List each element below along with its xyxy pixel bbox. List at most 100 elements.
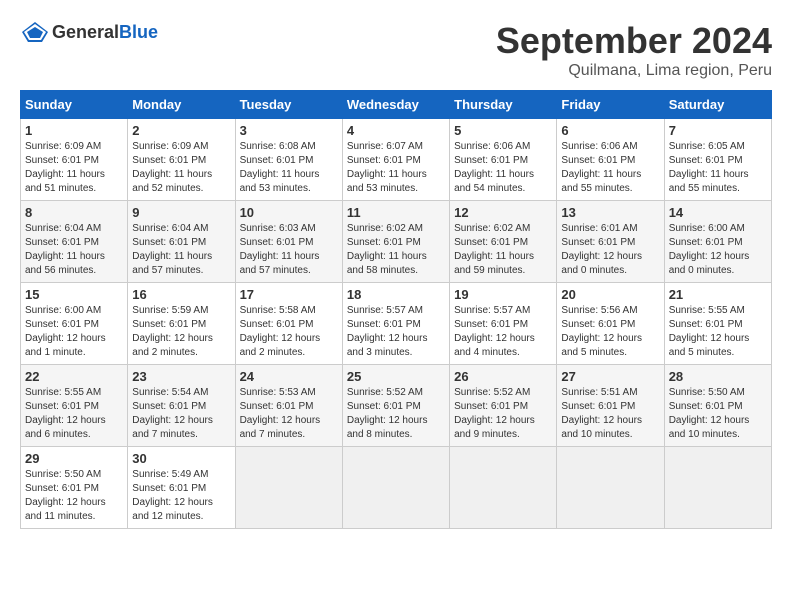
logo: GeneralBlue (20, 20, 158, 44)
day-number: 7 (669, 123, 767, 138)
day-number: 29 (25, 451, 123, 466)
table-cell: 14Sunrise: 6:00 AMSunset: 6:01 PMDayligh… (664, 201, 771, 283)
calendar-table: Sunday Monday Tuesday Wednesday Thursday… (20, 90, 772, 529)
day-number: 19 (454, 287, 552, 302)
calendar-row: 8 Sunrise: 6:04 AMSunset: 6:01 PMDaylight… (21, 201, 772, 283)
table-cell: 9Sunrise: 6:04 AMSunset: 6:01 PMDaylight… (128, 201, 235, 283)
day-info: Sunrise: 6:09 AMSunset: 6:01 PMDaylight:… (25, 140, 123, 196)
day-info: Sunrise: 5:57 AMSunset: 6:01 PMDaylight:… (347, 304, 445, 360)
table-cell: 25Sunrise: 5:52 AMSunset: 6:01 PMDayligh… (342, 365, 449, 447)
day-info: Sunrise: 5:53 AMSunset: 6:01 PMDaylight:… (240, 386, 338, 442)
day-info: Sunrise: 5:56 AMSunset: 6:01 PMDaylight:… (561, 304, 659, 360)
day-info: Sunrise: 5:49 AMSunset: 6:01 PMDaylight:… (132, 468, 230, 524)
day-number: 9 (132, 205, 230, 220)
day-info: Sunrise: 6:02 AMSunset: 6:01 PMDaylight:… (454, 222, 552, 278)
day-info: Sunrise: 6:02 AMSunset: 6:01 PMDaylight:… (347, 222, 445, 278)
table-cell: 7 Sunrise: 6:05 AMSunset: 6:01 PMDaylight… (664, 119, 771, 201)
col-friday: Friday (557, 91, 664, 119)
day-number: 11 (347, 205, 445, 220)
day-number: 28 (669, 369, 767, 384)
subtitle: Quilmana, Lima region, Peru (496, 62, 772, 80)
day-info: Sunrise: 6:09 AMSunset: 6:01 PMDaylight:… (132, 140, 230, 196)
day-info: Sunrise: 5:58 AMSunset: 6:01 PMDaylight:… (240, 304, 338, 360)
day-info: Sunrise: 6:07 AMSunset: 6:01 PMDaylight:… (347, 140, 445, 196)
table-cell: 12 Sunrise: 6:02 AMSunset: 6:01 PMDayligh… (450, 201, 557, 283)
table-cell: 27Sunrise: 5:51 AMSunset: 6:01 PMDayligh… (557, 365, 664, 447)
day-number: 21 (669, 287, 767, 302)
page-header: GeneralBlue September 2024 Quilmana, Lim… (20, 20, 772, 80)
table-cell: 1 Sunrise: 6:09 AMSunset: 6:01 PMDaylight… (21, 119, 128, 201)
calendar-body: 1 Sunrise: 6:09 AMSunset: 6:01 PMDaylight… (21, 119, 772, 529)
table-cell: 20 Sunrise: 5:56 AMSunset: 6:01 PMDayligh… (557, 283, 664, 365)
title-area: September 2024 Quilmana, Lima region, Pe… (496, 20, 772, 80)
table-cell: 11 Sunrise: 6:02 AMSunset: 6:01 PMDayligh… (342, 201, 449, 283)
day-info: Sunrise: 5:55 AMSunset: 6:01 PMDaylight:… (25, 386, 123, 442)
day-info: Sunrise: 6:00 AMSunset: 6:01 PMDaylight:… (25, 304, 123, 360)
col-monday: Monday (128, 91, 235, 119)
day-number: 6 (561, 123, 659, 138)
logo-text-blue: Blue (119, 22, 158, 42)
col-sunday: Sunday (21, 91, 128, 119)
day-number: 13 (561, 205, 659, 220)
day-info: Sunrise: 6:05 AMSunset: 6:01 PMDaylight:… (669, 140, 767, 196)
col-tuesday: Tuesday (235, 91, 342, 119)
col-wednesday: Wednesday (342, 91, 449, 119)
table-cell: 6 Sunrise: 6:06 AMSunset: 6:01 PMDaylight… (557, 119, 664, 201)
day-number: 22 (25, 369, 123, 384)
table-cell: 3 Sunrise: 6:08 AMSunset: 6:01 PMDaylight… (235, 119, 342, 201)
day-number: 2 (132, 123, 230, 138)
day-info: Sunrise: 6:08 AMSunset: 6:01 PMDaylight:… (240, 140, 338, 196)
calendar-row: 15 Sunrise: 6:00 AMSunset: 6:01 PMDayligh… (21, 283, 772, 365)
day-number: 26 (454, 369, 552, 384)
calendar-row: 22 Sunrise: 5:55 AMSunset: 6:01 PMDayligh… (21, 365, 772, 447)
table-cell (664, 447, 771, 529)
table-cell: 4 Sunrise: 6:07 AMSunset: 6:01 PMDaylight… (342, 119, 449, 201)
day-info: Sunrise: 6:01 AMSunset: 6:01 PMDaylight:… (561, 222, 659, 278)
day-number: 27 (561, 369, 659, 384)
day-number: 1 (25, 123, 123, 138)
table-cell: 28 Sunrise: 5:50 AMSunset: 6:01 PMDayligh… (664, 365, 771, 447)
day-number: 4 (347, 123, 445, 138)
day-info: Sunrise: 5:55 AMSunset: 6:01 PMDaylight:… (669, 304, 767, 360)
day-info: Sunrise: 6:06 AMSunset: 6:01 PMDaylight:… (561, 140, 659, 196)
day-info: Sunrise: 6:03 AMSunset: 6:01 PMDaylight:… (240, 222, 338, 278)
day-number: 8 (25, 205, 123, 220)
table-cell: 30 Sunrise: 5:49 AMSunset: 6:01 PMDayligh… (128, 447, 235, 529)
table-cell (235, 447, 342, 529)
table-cell: 29Sunrise: 5:50 AMSunset: 6:01 PMDayligh… (21, 447, 128, 529)
day-number: 5 (454, 123, 552, 138)
col-thursday: Thursday (450, 91, 557, 119)
main-title: September 2024 (496, 20, 772, 62)
day-info: Sunrise: 5:50 AMSunset: 6:01 PMDaylight:… (669, 386, 767, 442)
table-cell: 19Sunrise: 5:57 AMSunset: 6:01 PMDayligh… (450, 283, 557, 365)
day-info: Sunrise: 6:04 AMSunset: 6:01 PMDaylight:… (25, 222, 123, 278)
col-saturday: Saturday (664, 91, 771, 119)
day-number: 15 (25, 287, 123, 302)
day-number: 23 (132, 369, 230, 384)
header-row: Sunday Monday Tuesday Wednesday Thursday… (21, 91, 772, 119)
day-number: 10 (240, 205, 338, 220)
day-number: 18 (347, 287, 445, 302)
day-number: 12 (454, 205, 552, 220)
day-number: 3 (240, 123, 338, 138)
table-cell: 8 Sunrise: 6:04 AMSunset: 6:01 PMDaylight… (21, 201, 128, 283)
table-cell (557, 447, 664, 529)
logo-text-general: General (52, 22, 119, 42)
day-number: 30 (132, 451, 230, 466)
table-cell: 2 Sunrise: 6:09 AMSunset: 6:01 PMDaylight… (128, 119, 235, 201)
day-info: Sunrise: 5:52 AMSunset: 6:01 PMDaylight:… (454, 386, 552, 442)
table-cell: 10 Sunrise: 6:03 AMSunset: 6:01 PMDayligh… (235, 201, 342, 283)
day-number: 14 (669, 205, 767, 220)
table-cell: 23Sunrise: 5:54 AMSunset: 6:01 PMDayligh… (128, 365, 235, 447)
day-number: 25 (347, 369, 445, 384)
table-cell: 21 Sunrise: 5:55 AMSunset: 6:01 PMDayligh… (664, 283, 771, 365)
day-number: 20 (561, 287, 659, 302)
table-cell (342, 447, 449, 529)
day-info: Sunrise: 5:59 AMSunset: 6:01 PMDaylight:… (132, 304, 230, 360)
table-cell: 5Sunrise: 6:06 AMSunset: 6:01 PMDaylight… (450, 119, 557, 201)
logo-icon (20, 20, 50, 44)
day-number: 17 (240, 287, 338, 302)
table-cell: 24 Sunrise: 5:53 AMSunset: 6:01 PMDayligh… (235, 365, 342, 447)
table-cell: 15 Sunrise: 6:00 AMSunset: 6:01 PMDayligh… (21, 283, 128, 365)
day-number: 24 (240, 369, 338, 384)
